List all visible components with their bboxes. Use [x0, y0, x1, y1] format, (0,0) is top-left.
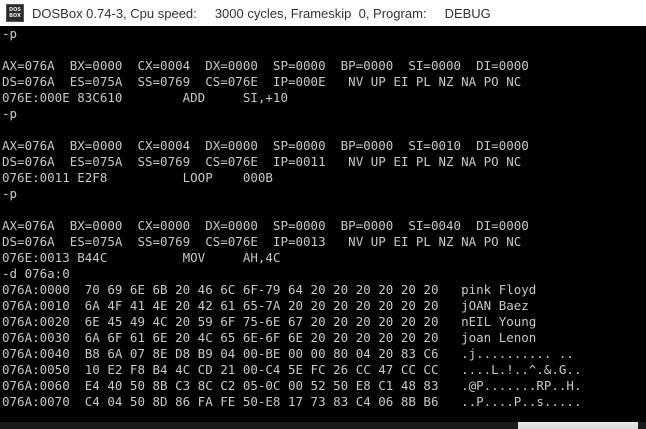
console-line: 076A:0070 C4 04 50 8D 86 FA FE 50-E8 17 … — [2, 394, 582, 409]
dosbox-window: DOS BOX DOSBox 0.74-3, Cpu speed: 3000 c… — [0, 0, 646, 429]
console-line: -p — [2, 106, 18, 121]
dos-console[interactable]: -p AX=076A BX=0000 CX=0004 DX=0000 SP=00… — [0, 26, 646, 422]
console-line: -d 076a:0 — [2, 266, 70, 281]
console-line: -p — [2, 186, 18, 201]
console-line: 076A:0060 E4 40 50 8B C3 8C C2 05-0C 00 … — [2, 378, 582, 393]
console-line: 076A:0040 B8 6A 07 8E D8 B9 04 00-BE 00 … — [2, 346, 574, 361]
background-window-edge — [518, 422, 638, 429]
window-title: DOSBox 0.74-3, Cpu speed: 3000 cycles, F… — [32, 5, 491, 21]
console-line: 076A:0010 6A 4F 41 4E 20 42 61 65-7A 20 … — [2, 298, 529, 313]
dosbox-icon: DOS BOX — [6, 4, 24, 22]
title-bar[interactable]: DOS BOX DOSBox 0.74-3, Cpu speed: 3000 c… — [0, 0, 646, 26]
window-bottom-edge — [0, 422, 646, 429]
console-line: 076E:0011 E2F8 LOOP 000B — [2, 170, 273, 185]
console-line: -p — [2, 26, 18, 41]
console-line: 076A:0020 6E 45 49 4C 20 59 6F 75-6E 67 … — [2, 314, 537, 329]
console-line: DS=076A ES=075A SS=0769 CS=076E IP=0011 … — [2, 154, 522, 169]
console-line: 076A:0050 10 E2 F8 B4 4C CD 21 00-C4 5E … — [2, 362, 582, 377]
console-line: 076A:0030 6A 6F 61 6E 20 4C 65 6E-6F 6E … — [2, 330, 537, 345]
console-line: 076A:0000 70 69 6E 6B 20 46 6C 6F-79 64 … — [2, 282, 537, 297]
console-line: 076E:000E 83C610 ADD SI,+10 — [2, 90, 288, 105]
console-line: AX=076A BX=0000 CX=0000 DX=0000 SP=0000 … — [2, 218, 529, 233]
console-line: AX=076A BX=0000 CX=0004 DX=0000 SP=0000 … — [2, 138, 529, 153]
console-line: AX=076A BX=0000 CX=0004 DX=0000 SP=0000 … — [2, 58, 529, 73]
console-line: DS=076A ES=075A SS=0769 CS=076E IP=0013 … — [2, 234, 522, 249]
console-line: DS=076A ES=075A SS=0769 CS=076E IP=000E … — [2, 74, 522, 89]
console-line: 076E:0013 B44C MOV AH,4C — [2, 250, 281, 265]
